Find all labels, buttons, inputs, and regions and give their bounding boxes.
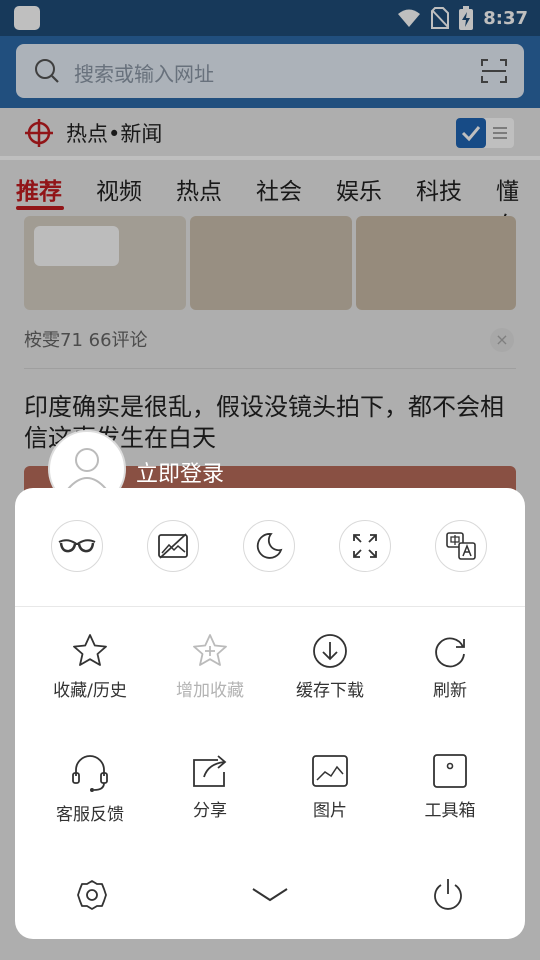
customer-feedback-button[interactable]: 客服反馈 [30,752,150,825]
glasses-icon[interactable] [51,520,103,572]
star-icon [73,634,107,666]
power-icon[interactable] [431,876,465,912]
menu-item-label: 增加收藏 [176,681,244,701]
star-plus-icon [193,634,227,666]
menu-item-label: 客服反馈 [56,805,124,825]
refresh-icon [435,637,465,668]
image-icon [312,755,348,787]
menu-item-label: 分享 [193,801,227,821]
share-button[interactable]: 分享 [150,752,270,821]
menu-item-label: 收藏/历史 [53,681,127,701]
no-image-icon[interactable] [147,520,199,572]
menu-item-label: 缓存下载 [296,681,364,701]
images-button[interactable]: 图片 [270,752,390,821]
menu-item-label: 刷新 [433,681,467,701]
headset-icon [72,755,108,792]
download-icon [313,634,347,668]
toolbox-icon [433,754,467,788]
menu-item-label: 图片 [313,801,347,821]
night-mode-icon[interactable] [243,520,295,572]
bookmarks-history-button[interactable]: 收藏/历史 [30,632,150,701]
menu-bottom-bar [15,868,525,928]
refresh-button[interactable]: 刷新 [390,632,510,701]
share-icon [193,755,227,787]
browser-menu-panel: 收藏/历史 增加收藏 缓存下载 刷新 客服反馈 分享 图片 工具箱 [15,488,525,939]
login-button[interactable]: 立即登录 [136,456,224,488]
downloads-button[interactable]: 缓存下载 [270,632,390,701]
add-bookmark-button[interactable]: 增加收藏 [150,632,270,701]
toolbox-button[interactable]: 工具箱 [390,752,510,821]
translate-icon[interactable] [435,520,487,572]
chevron-down-icon[interactable] [251,886,289,904]
menu-divider [15,606,525,607]
settings-icon[interactable] [75,878,109,912]
menu-item-label: 工具箱 [424,801,476,821]
fullscreen-icon[interactable] [339,520,391,572]
